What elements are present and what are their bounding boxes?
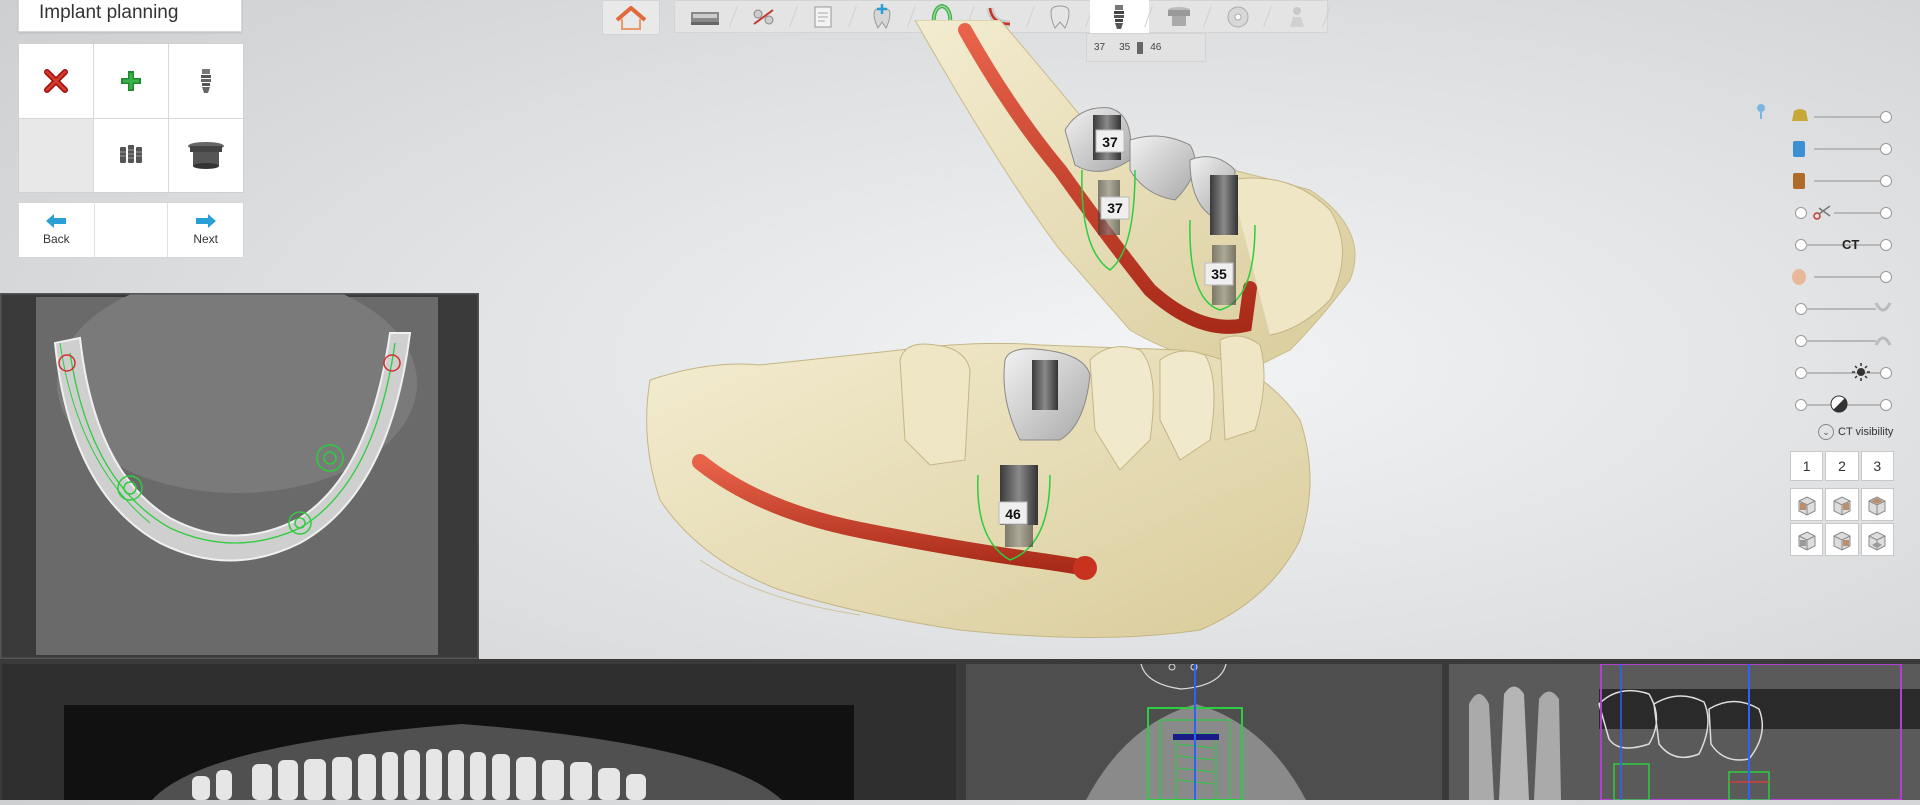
scissors-icon	[1813, 205, 1831, 220]
sleeve-button[interactable]	[169, 118, 243, 192]
ct-visibility-label: CT visibility	[1838, 426, 1894, 438]
pin-icon[interactable]	[1754, 102, 1768, 120]
contrast-icon	[1830, 395, 1848, 413]
implant-label-46: 46	[998, 501, 1028, 525]
slider-upper-jaw[interactable]	[1790, 299, 1892, 319]
sleeve-visibility-icon	[1793, 173, 1805, 189]
implant-label-35: 35	[1204, 262, 1234, 286]
page-title: Implant planning	[18, 0, 242, 32]
next-button[interactable]: Next	[168, 203, 243, 257]
view-number-buttons: 1 2 3	[1790, 451, 1894, 481]
view-cube-right-button[interactable]	[1825, 488, 1859, 521]
implant-label-37-a: 37	[1095, 129, 1125, 153]
sun-icon	[1852, 363, 1870, 381]
implant-icon	[201, 68, 211, 93]
upper-jaw-icon	[1874, 302, 1892, 312]
slider-crown[interactable]	[1790, 107, 1892, 127]
axial-ct-view[interactable]	[0, 273, 481, 661]
cube-front-icon	[1798, 495, 1816, 516]
tangential-image	[1449, 664, 1920, 800]
cube-bottom-icon	[1868, 530, 1886, 551]
sleeve-icon	[188, 142, 224, 170]
page-title-text: Implant planning	[39, 2, 179, 23]
tangential-view[interactable]	[1449, 664, 1920, 800]
face-icon	[1792, 269, 1806, 285]
view-cube-left-button[interactable]	[1790, 523, 1824, 556]
slider-ct[interactable]: CT	[1790, 235, 1892, 255]
implant-label-37-b: 37	[1100, 196, 1130, 220]
cube-left-icon	[1798, 530, 1816, 551]
lower-jaw-icon	[1874, 336, 1892, 346]
implant-label-text: 46	[1005, 506, 1021, 522]
cube-top-icon	[1868, 495, 1886, 516]
back-label: Back	[42, 232, 70, 246]
view-cube-top-button[interactable]	[1860, 488, 1894, 521]
next-label: Next	[193, 232, 218, 246]
cross-section-view[interactable]	[966, 664, 1442, 800]
slider-segmentation[interactable]	[1790, 203, 1892, 223]
slider-implant[interactable]	[1790, 139, 1892, 159]
arrow-left-icon	[46, 214, 67, 228]
chevron-down-icon: ⌄	[1818, 424, 1834, 440]
empty-tool-cell	[19, 118, 93, 192]
cube-right-icon	[1833, 495, 1851, 516]
abutment-lower	[1032, 360, 1058, 410]
slider-face[interactable]	[1790, 267, 1892, 287]
implant-visibility-icon	[1793, 141, 1805, 157]
view-cube-front-button[interactable]	[1790, 488, 1824, 521]
slider-contrast[interactable]	[1790, 395, 1892, 415]
arrow-right-icon	[195, 214, 216, 228]
cross-section-image	[966, 664, 1442, 800]
implant-label-text: 37	[1107, 200, 1123, 216]
ct-label: CT	[1842, 237, 1860, 252]
nerve-end-marker	[1073, 556, 1097, 580]
panoramic-ct-image	[64, 705, 854, 800]
crown-visibility-icon	[1792, 109, 1808, 121]
slider-lower-jaw[interactable]	[1790, 331, 1892, 351]
view-cube-bottom-button[interactable]	[1860, 523, 1894, 556]
add-implant-button[interactable]	[94, 44, 168, 118]
implants-group-icon	[120, 145, 142, 164]
nav-spacer	[93, 203, 169, 257]
green-plus-icon	[121, 70, 141, 91]
3d-viewport[interactable]: 37 37 35 46	[480, 20, 1820, 660]
view-orientation-buttons	[1790, 488, 1894, 556]
back-button[interactable]: Back	[19, 203, 94, 257]
implant-label-text: 37	[1102, 134, 1118, 150]
tool-grid	[18, 43, 244, 193]
wizard-navigation: Back Next	[18, 202, 244, 258]
view-1-button[interactable]: 1	[1790, 451, 1824, 481]
view-3-button[interactable]: 3	[1860, 451, 1894, 481]
multiple-implants-button[interactable]	[94, 118, 168, 192]
view-cube-back-button[interactable]	[1825, 523, 1859, 556]
implant-label-text: 35	[1211, 266, 1227, 282]
view-2-button[interactable]: 2	[1825, 451, 1859, 481]
panoramic-ct-view[interactable]	[2, 664, 956, 800]
implant-library-button[interactable]	[169, 44, 243, 118]
delete-implant-button[interactable]	[19, 44, 93, 118]
slider-brightness[interactable]	[1790, 363, 1892, 383]
red-x-icon	[44, 68, 68, 93]
cube-back-icon	[1833, 530, 1851, 551]
ct-visibility-toggle[interactable]: ⌄ CT visibility	[1818, 424, 1893, 440]
axial-ct-image	[0, 273, 481, 661]
slider-sleeve[interactable]	[1790, 171, 1892, 191]
